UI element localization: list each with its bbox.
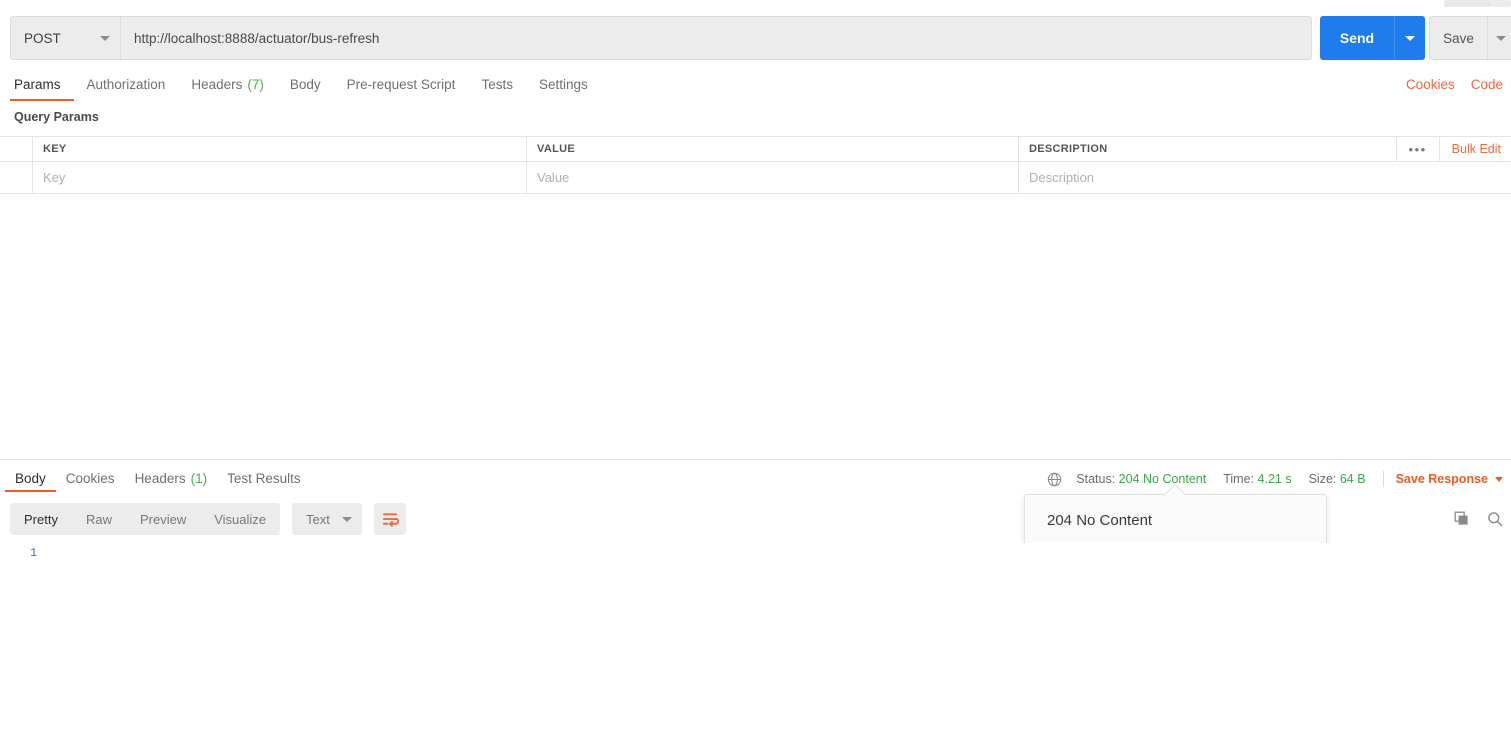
tab-body[interactable]: Body xyxy=(277,68,334,101)
time-label: Time: xyxy=(1223,472,1255,486)
tab-pre-request-script[interactable]: Pre-request Script xyxy=(334,68,469,101)
param-description-input[interactable]: Description xyxy=(1029,170,1094,185)
response-format-dropdown[interactable]: Text xyxy=(292,503,363,535)
param-key-input[interactable]: Key xyxy=(43,170,65,185)
time-meta: Time: 4.21 s xyxy=(1223,472,1291,486)
response-tab-test-results[interactable]: Test Results xyxy=(217,464,311,492)
tab-params[interactable]: Params xyxy=(10,68,74,101)
view-mode-group: Pretty Raw Preview Visualize xyxy=(10,503,281,535)
more-options-icon[interactable]: ••• xyxy=(1395,136,1439,162)
request-url-input[interactable]: http://localhost:8888/actuator/bus-refre… xyxy=(120,16,1312,60)
view-mode-preview[interactable]: Preview xyxy=(126,503,200,535)
word-wrap-toggle-button[interactable] xyxy=(374,503,407,535)
chevron-down-icon xyxy=(342,516,353,522)
send-button-group: Send xyxy=(1320,16,1425,60)
save-response-label: Save Response xyxy=(1395,472,1488,486)
size-value: 64 B xyxy=(1339,472,1366,486)
chevron-down-icon xyxy=(1405,35,1415,41)
response-format-label: Text xyxy=(306,511,330,527)
request-url-row: POST http://localhost:8888/actuator/bus-… xyxy=(0,16,1511,60)
save-response-button[interactable]: Save Response xyxy=(1396,472,1503,486)
response-body-editor[interactable]: 1 xyxy=(0,543,1511,732)
column-header-description: DESCRIPTION xyxy=(1029,143,1108,155)
tab-label: Cookies xyxy=(65,470,115,486)
select-all-column xyxy=(0,137,33,161)
request-tabs: Params Authorization Headers (7) Body Pr… xyxy=(0,68,1511,101)
time-value: 4.21 s xyxy=(1257,472,1292,486)
tab-label: Headers xyxy=(134,470,186,486)
save-button-group: Save xyxy=(1429,16,1511,60)
tab-label: Body xyxy=(15,470,46,486)
tab-label: Params xyxy=(14,77,61,92)
response-tab-headers[interactable]: Headers (1) xyxy=(125,464,218,492)
copy-icon[interactable] xyxy=(1454,511,1470,527)
request-tabs-right-links: Cookies Code xyxy=(1398,68,1511,101)
tab-count: (1) xyxy=(190,470,208,486)
tab-label: Pre-request Script xyxy=(346,77,456,92)
size-label: Size: xyxy=(1308,472,1337,486)
top-cutoff-strip xyxy=(0,0,1511,10)
response-body-actions xyxy=(1454,503,1503,535)
tooltip-title: 204 No Content xyxy=(1047,512,1304,545)
query-params-title: Query Params xyxy=(14,110,99,124)
chevron-down-icon xyxy=(1495,476,1503,482)
meta-divider xyxy=(1382,471,1384,487)
word-wrap-icon xyxy=(382,512,399,527)
bulk-edit-link[interactable]: Bulk Edit xyxy=(1438,136,1511,162)
line-number: 1 xyxy=(30,546,38,560)
tab-label: Headers xyxy=(191,77,243,92)
status-meta[interactable]: Status: 204 No Content xyxy=(1076,472,1206,486)
tab-count: (7) xyxy=(247,77,264,92)
http-method-label: POST xyxy=(24,30,61,46)
save-button[interactable]: Save xyxy=(1429,16,1487,60)
table-header-actions: ••• Bulk Edit xyxy=(1395,136,1511,162)
status-value: 204 No Content xyxy=(1118,472,1207,486)
table-row: Key Value Description xyxy=(0,162,1511,194)
row-checkbox-cell[interactable] xyxy=(0,162,33,193)
response-tab-body[interactable]: Body xyxy=(5,464,56,492)
tab-settings[interactable]: Settings xyxy=(526,68,601,101)
pane-splitter[interactable] xyxy=(0,459,1511,460)
tab-authorization[interactable]: Authorization xyxy=(74,68,179,101)
tab-label: Body xyxy=(289,77,321,92)
query-params-table: KEY VALUE DESCRIPTION ••• Bulk Edit Key … xyxy=(0,136,1511,194)
chevron-down-icon xyxy=(1496,35,1506,41)
http-method-dropdown[interactable]: POST xyxy=(10,16,120,60)
top-chip-left xyxy=(1444,0,1491,7)
response-body-toolbar: Pretty Raw Preview Visualize Text xyxy=(10,503,407,535)
postman-window: POST http://localhost:8888/actuator/bus-… xyxy=(0,0,1511,732)
tab-label: Authorization xyxy=(86,77,166,92)
column-header-value: VALUE xyxy=(537,143,575,155)
save-options-button[interactable] xyxy=(1487,16,1511,60)
param-value-input[interactable]: Value xyxy=(537,170,569,185)
tab-label: Settings xyxy=(538,77,588,92)
send-options-button[interactable] xyxy=(1394,16,1425,60)
view-mode-pretty[interactable]: Pretty xyxy=(10,503,72,535)
tab-headers[interactable]: Headers (7) xyxy=(178,68,277,101)
column-header-key: KEY xyxy=(43,143,67,155)
tab-tests[interactable]: Tests xyxy=(468,68,526,101)
response-tab-cookies[interactable]: Cookies xyxy=(56,464,125,492)
view-mode-visualize[interactable]: Visualize xyxy=(200,503,280,535)
status-label: Status: xyxy=(1076,472,1116,486)
network-globe-icon[interactable] xyxy=(1047,472,1062,487)
table-header-row: KEY VALUE DESCRIPTION ••• Bulk Edit xyxy=(0,136,1511,162)
top-chip-right xyxy=(1491,0,1511,7)
tab-label: Test Results xyxy=(227,470,301,486)
chevron-down-icon xyxy=(100,35,110,41)
code-link[interactable]: Code xyxy=(1463,77,1511,92)
cookies-link[interactable]: Cookies xyxy=(1398,77,1463,92)
tab-label: Tests xyxy=(481,77,513,92)
search-icon[interactable] xyxy=(1487,511,1503,527)
response-meta-bar: Status: 204 No Content Time: 4.21 s Size… xyxy=(1047,467,1503,491)
view-mode-raw[interactable]: Raw xyxy=(72,503,126,535)
response-tabs: Body Cookies Headers (1) Test Results xyxy=(0,464,311,492)
send-button[interactable]: Send xyxy=(1320,16,1394,60)
size-meta: Size: 64 B xyxy=(1309,472,1366,486)
